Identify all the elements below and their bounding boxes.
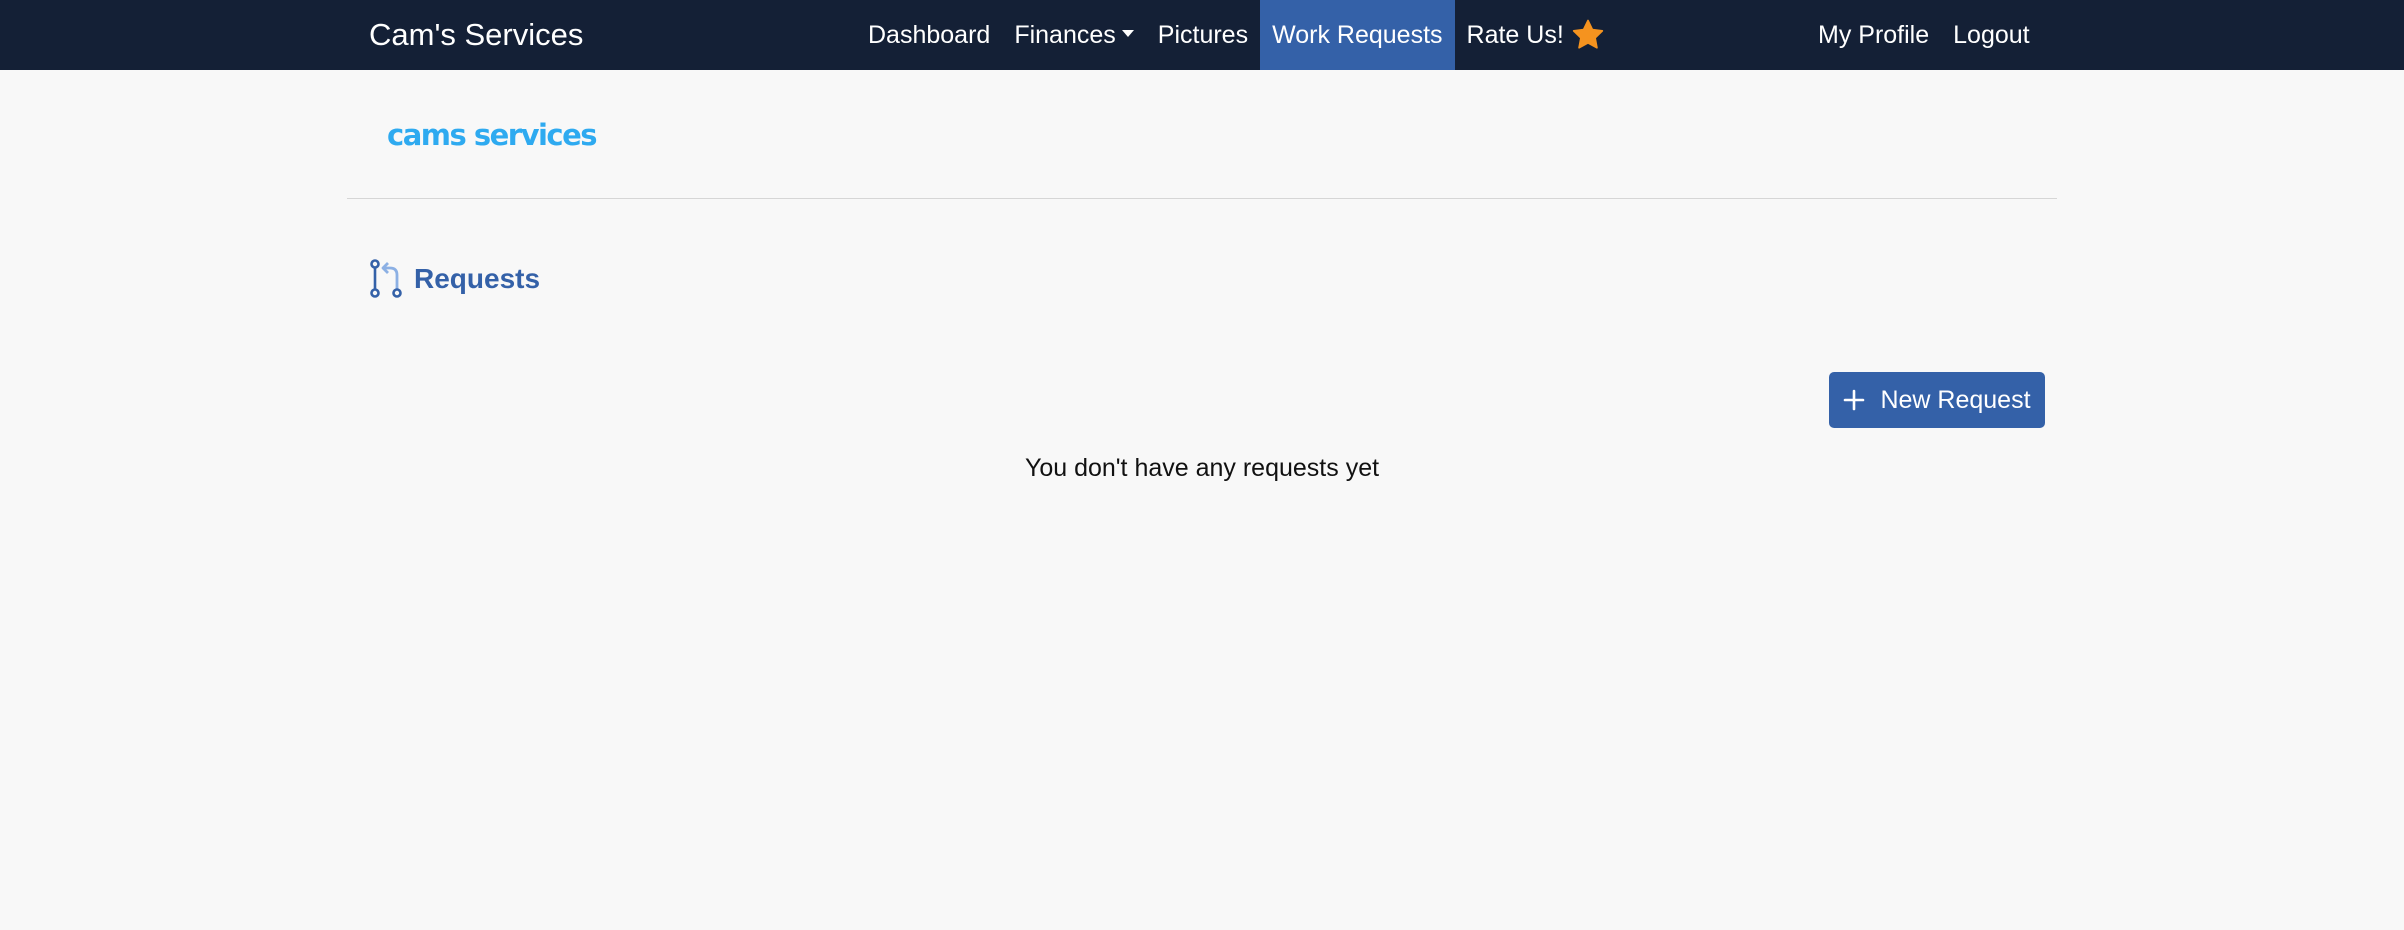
nav-dashboard-label: Dashboard (868, 20, 991, 49)
git-pull-request-icon (370, 259, 402, 298)
nav-logout-label: Logout (1953, 20, 2030, 49)
nav-work-requests-label: Work Requests (1272, 20, 1443, 49)
brand-link[interactable]: Cam's Services (369, 0, 583, 70)
requests-heading: Requests (368, 259, 540, 299)
caret-down-icon (1121, 29, 1134, 37)
top-navbar: Cam's Services Dashboard Finances Pictur… (0, 0, 2404, 70)
nav-rate-us[interactable]: Rate Us! (1455, 0, 1617, 70)
nav-dashboard[interactable]: Dashboard (856, 0, 1002, 70)
nav-finances-label: Finances (1014, 20, 1116, 49)
nav-my-profile[interactable]: My Profile (1806, 0, 1941, 70)
nav-logout[interactable]: Logout (1941, 0, 2041, 70)
account-nav: My Profile Logout (1806, 0, 2042, 70)
nav-work-requests[interactable]: Work Requests (1260, 0, 1455, 70)
nav-my-profile-label: My Profile (1818, 20, 1930, 49)
nav-pictures[interactable]: Pictures (1146, 0, 1260, 70)
nav-pictures-label: Pictures (1157, 20, 1249, 49)
nav-rate-us-label: Rate Us! (1466, 20, 1564, 49)
logo-text: cams services (387, 118, 598, 152)
new-request-button[interactable]: New Request (1829, 372, 2045, 428)
plus-icon (1844, 389, 1865, 411)
main-nav: Dashboard Finances Pictures Work Request… (856, 0, 1617, 70)
section-title: Requests (414, 263, 541, 294)
cams-services-logo: cams services (387, 118, 598, 152)
new-request-label: New Request (1880, 385, 2031, 414)
empty-state-message: You don't have any requests yet (1024, 454, 1380, 482)
header-divider (347, 198, 2057, 199)
nav-finances-dropdown[interactable]: Finances (1002, 0, 1145, 70)
star-icon (1572, 19, 1603, 49)
